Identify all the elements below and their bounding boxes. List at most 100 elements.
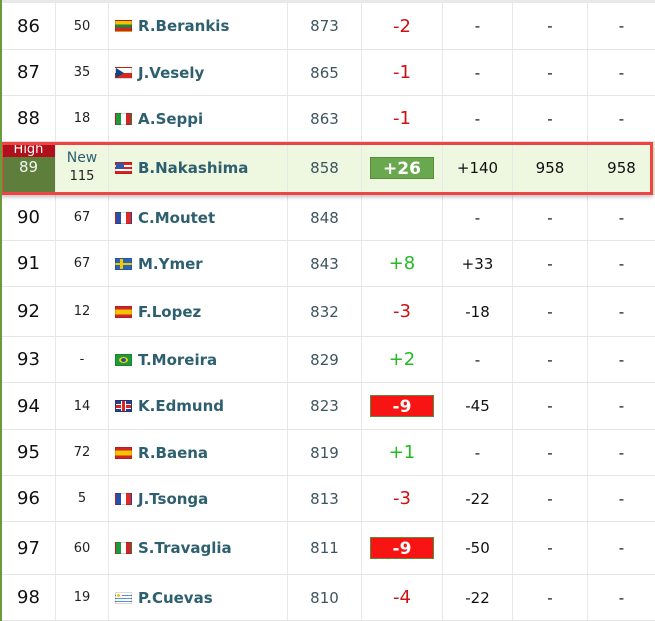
diff-cell-2: - (513, 522, 588, 574)
table-row[interactable]: 95 72 R.Baena 819 +1 - - - (0, 430, 655, 476)
table-row[interactable]: 94 14 K.Edmund 823 -9 -45 - - (0, 383, 655, 430)
change-cell: -3 (362, 476, 443, 521)
diff-cell-3: - (618, 17, 625, 35)
prev-rank-cell: 67 (56, 195, 109, 240)
prev-rank-cell: 35 (56, 50, 109, 95)
player-name-link[interactable]: F.Lopez (138, 303, 201, 321)
change-value: -2 (393, 15, 411, 37)
diff-cell-3: - (618, 63, 625, 82)
change-cell: -9 (362, 522, 443, 574)
points-cell: 843 (288, 241, 362, 286)
player-name-link[interactable]: C.Moutet (138, 209, 215, 227)
player-cell: R.Berankis (109, 3, 288, 49)
table-row[interactable]: 86 50 R.Berankis 873 -2 - - - (0, 3, 655, 50)
prev-rank-value: 115 (69, 169, 95, 184)
points-cell: 873 (288, 3, 362, 49)
diff-cell-3: - (618, 489, 625, 508)
player-name-link[interactable]: J.Vesely (138, 64, 204, 82)
rank-cell: 86 (2, 3, 56, 49)
table-row[interactable]: 91 67 M.Ymer 843 +8 +33 - - (0, 241, 655, 287)
flag-it-icon (115, 112, 132, 125)
table-row[interactable]: High 89 New 115 B.Nakashima 858 +26 +140… (0, 142, 655, 195)
flag-gb-icon (115, 400, 132, 412)
diff-cell-2: 958 (513, 142, 588, 194)
flag-uy-icon (115, 591, 132, 604)
table-row[interactable]: 87 35 J.Vesely 865 -1 - - - (0, 50, 655, 96)
rank-cell: High 89 (2, 142, 56, 194)
change-cell: -4 (362, 575, 443, 620)
rank-cell: 90 (2, 195, 56, 240)
table-row[interactable]: 93- T.Moreira 829 +2 - - - (0, 337, 655, 383)
prev-rank-cell: 60 (56, 522, 109, 574)
rank-cell: 91 (2, 241, 56, 286)
table-row[interactable]: 96 5 J.Tsonga 813 -3 -22 - - (0, 476, 655, 522)
change-cell (362, 195, 443, 240)
flag-es-icon (115, 305, 132, 318)
change-value: -1 (393, 108, 411, 129)
prev-rank-cell: 14 (56, 383, 109, 429)
table-row[interactable]: 97 60 S.Travaglia 811 -9 -50 - - (0, 522, 655, 575)
prev-rank-cell: New 115 (56, 142, 109, 194)
change-value: +8 (388, 253, 416, 274)
player-cell: B.Nakashima (109, 142, 288, 194)
diff-cell-2: - (513, 195, 588, 240)
table-row[interactable]: 92 12 F.Lopez 832 -3 -18 - - (0, 287, 655, 337)
diff-cell-3: - (618, 539, 625, 557)
player-name-link[interactable]: K.Edmund (138, 397, 224, 415)
player-cell: P.Cuevas (109, 575, 288, 620)
rank-cell: 98 (2, 575, 56, 620)
player-name-link[interactable]: A.Seppi (138, 110, 203, 128)
points-cell: 865 (288, 50, 362, 95)
diff-cell-1: - (443, 195, 513, 240)
change-cell: +26 (362, 142, 443, 194)
change-cell: -1 (362, 50, 443, 95)
points-cell: 848 (288, 195, 362, 240)
flag-it-icon (115, 542, 132, 554)
diff-cell-3: - (618, 208, 625, 227)
flag-fr-icon (115, 492, 132, 505)
player-cell: A.Seppi (109, 96, 288, 141)
points-cell: 863 (288, 96, 362, 141)
table-row[interactable]: 88 18 A.Seppi 863 -1 - - - (0, 96, 655, 142)
player-name-link[interactable]: R.Berankis (138, 17, 229, 35)
rank-cell: 97 (2, 522, 56, 574)
player-name-link[interactable]: J.Tsonga (138, 490, 208, 508)
points-cell: 819 (288, 430, 362, 475)
player-cell: C.Moutet (109, 195, 288, 240)
prev-rank-cell: 12 (56, 287, 109, 336)
diff-cell-1: - (443, 96, 513, 141)
diff-cell-2: - (513, 3, 588, 49)
player-cell: M.Ymer (109, 241, 288, 286)
rank-cell: 88 (2, 96, 56, 141)
diff-cell-1: +140 (443, 142, 513, 194)
player-name-link[interactable]: S.Travaglia (138, 539, 232, 557)
player-name-link[interactable]: B.Nakashima (138, 159, 248, 177)
player-name-link[interactable]: T.Moreira (138, 351, 217, 369)
table-row[interactable]: 90 67 C.Moutet 848 - - - (0, 195, 655, 241)
player-cell: K.Edmund (109, 383, 288, 429)
rank-cell: 92 (2, 287, 56, 336)
diff-cell-1: -22 (443, 476, 513, 521)
player-name-link[interactable]: P.Cuevas (138, 589, 213, 607)
prev-rank-cell: - (56, 337, 109, 382)
diff-cell-2: - (513, 476, 588, 521)
player-name-link[interactable]: R.Baena (138, 444, 208, 462)
player-name-link[interactable]: M.Ymer (138, 255, 203, 273)
diff-cell-2: - (513, 337, 588, 382)
change-value: -1 (393, 62, 411, 83)
diff-cell-1: - (443, 3, 513, 49)
table-row[interactable]: 98 19 P.Cuevas 810 -4 -22 - - (0, 575, 655, 621)
change-cell: +1 (362, 430, 443, 475)
diff-cell-3: - (618, 350, 625, 369)
diff-cell-2: - (513, 575, 588, 620)
diff-cell-1: -22 (443, 575, 513, 620)
change-value: +1 (388, 442, 416, 463)
change-badge: -9 (370, 395, 434, 417)
player-cell: T.Moreira (109, 337, 288, 382)
flag-br-icon (115, 353, 132, 366)
flag-cz-icon (115, 66, 132, 79)
prev-rank-cell: 18 (56, 96, 109, 141)
change-cell: -2 (362, 3, 443, 49)
points-cell: 813 (288, 476, 362, 521)
points-cell: 823 (288, 383, 362, 429)
